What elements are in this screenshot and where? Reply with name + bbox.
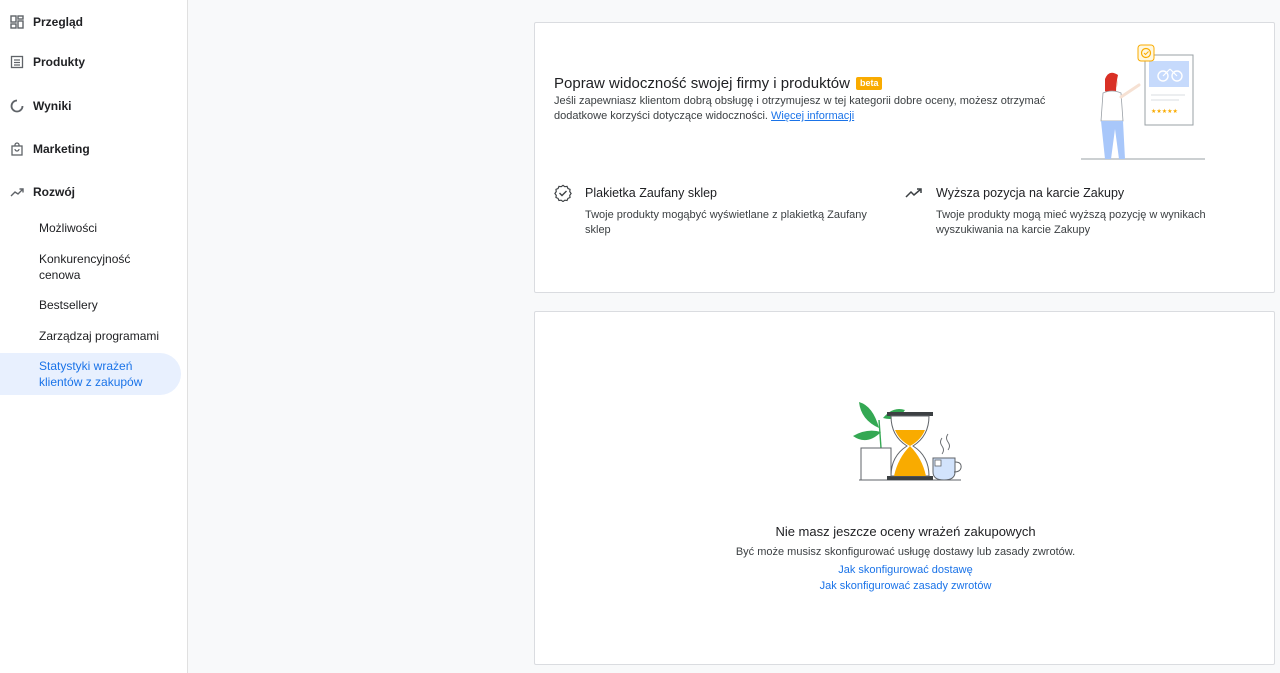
sidebar-subitem-price-competitiveness[interactable]: Konkurencyjność cenowa — [0, 251, 150, 283]
visibility-card-title: Popraw widoczność swojej firmy i produkt… — [554, 75, 883, 92]
sidebar: Przegląd Produkty Wyniki Marketing Rozwó… — [0, 0, 188, 673]
sidebar-item-results[interactable]: Wyniki — [0, 94, 188, 118]
sidebar-subitem-manage-programs[interactable]: Zarządzaj programami — [0, 328, 181, 344]
visibility-card-title-text: Popraw widoczność swojej firmy i produkt… — [554, 75, 850, 92]
svg-text:★★★★★: ★★★★★ — [1151, 108, 1178, 115]
visibility-card: Popraw widoczność swojej firmy i produkt… — [534, 22, 1275, 293]
sidebar-subitem-bestsellers[interactable]: Bestsellery — [0, 297, 181, 313]
sidebar-item-overview[interactable]: Przegląd — [0, 10, 188, 34]
empty-state-card: Nie masz jeszcze oceny wrażeń zakupowych… — [534, 311, 1275, 665]
feature-title-trusted-store: Plakietka Zaufany sklep — [585, 186, 718, 200]
verified-badge-icon — [554, 184, 572, 203]
empty-state-description: Być może musisz skonfigurować usługę dos… — [735, 546, 1076, 558]
shopping-bag-icon — [9, 141, 25, 157]
shipping-setup-link[interactable]: Jak skonfigurować dostawę — [535, 564, 1276, 576]
feature-desc-higher-position: Twoje produkty mogą mieć wyższą pozycję … — [936, 209, 1206, 236]
dashboard-icon — [9, 14, 25, 30]
sidebar-subitem-shopping-experience[interactable]: Statystyki wrażeń klientów z zakupów — [0, 353, 181, 395]
trending-up-icon — [9, 184, 25, 200]
progress-circle-icon — [9, 98, 25, 114]
sidebar-item-label: Przegląd — [33, 15, 84, 29]
feature-title-higher-position: Wyższa pozycja na karcie Zakupy — [936, 186, 1125, 200]
sidebar-item-growth[interactable]: Rozwój — [0, 180, 188, 204]
beta-badge: beta — [855, 77, 883, 90]
sidebar-item-label: Wyniki — [33, 99, 72, 113]
returns-setup-link[interactable]: Jak skonfigurować zasady zwrotów — [535, 580, 1276, 592]
sidebar-item-label: Rozwój — [33, 185, 75, 199]
trending-up-icon — [905, 184, 923, 202]
sidebar-item-label: Marketing — [33, 142, 90, 156]
visibility-card-description: Jeśli zapewniasz klientom dobrą obsługę … — [554, 94, 1054, 124]
review-illustration: ★★★★★ — [1081, 44, 1205, 160]
hourglass-illustration — [853, 402, 962, 481]
feature-desc-trusted-store: Twoje produkty mogąbyć wyświetlane z pla… — [585, 209, 867, 236]
list-icon — [9, 54, 25, 70]
sidebar-subitem-opportunities[interactable]: Możliwości — [0, 220, 181, 236]
learn-more-link[interactable]: Więcej informacji — [771, 110, 854, 122]
empty-state-title: Nie masz jeszcze oceny wrażeń zakupowych — [775, 524, 1036, 539]
sidebar-item-label: Produkty — [33, 55, 86, 69]
sidebar-item-marketing[interactable]: Marketing — [0, 137, 188, 161]
sidebar-item-products[interactable]: Produkty — [0, 50, 188, 74]
